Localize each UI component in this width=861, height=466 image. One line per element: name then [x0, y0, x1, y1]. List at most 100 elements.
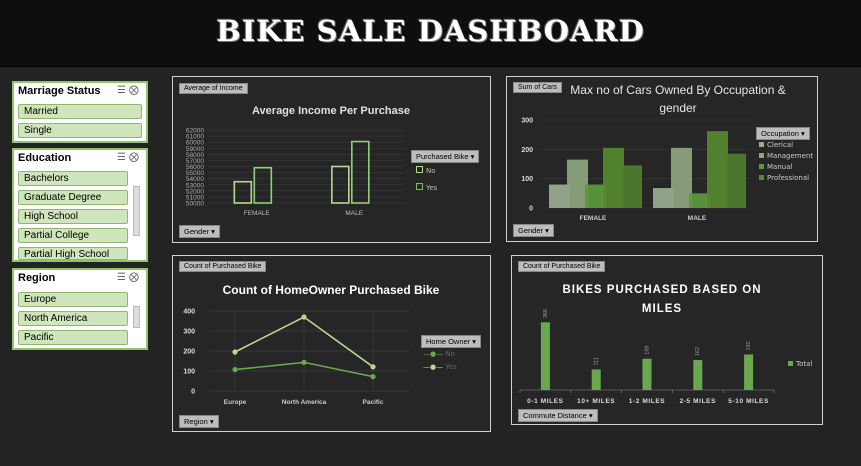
y-tick-label: 300 [521, 118, 533, 125]
data-label: 192 [746, 341, 752, 350]
y-tick-label: 0 [529, 206, 533, 213]
x-category-label: Pacific [363, 399, 384, 406]
axis-field-button-region[interactable]: Region [179, 415, 219, 428]
slicer-title: Region [18, 272, 56, 284]
bar-5-10-miles [744, 354, 754, 390]
multi-select-icon[interactable]: ☰ [117, 152, 129, 163]
x-category-label: North America [282, 399, 327, 406]
y-tick-label: 100 [521, 176, 533, 183]
miles-chart-svg: 366 111 169 162 192 0-1 MILES 10+ MILES 1-2 MI… [519, 309, 775, 405]
slicer-item-pacific[interactable]: Pacific [18, 330, 128, 345]
data-label: 366 [543, 309, 549, 318]
legend-swatch [759, 142, 764, 147]
legend-item-manual: Manual [759, 163, 813, 171]
slicer-title: Education [18, 152, 72, 164]
bar-management-male [671, 147, 692, 208]
slicer-scrollbar[interactable] [133, 306, 140, 328]
dashboard-title: BIKE SALE DASHBOARD [216, 14, 645, 48]
slicer-item-married[interactable]: Married [18, 104, 142, 119]
x-category-label: FEMALE [244, 210, 271, 217]
axis-field-button-gender[interactable]: Gender [513, 224, 554, 237]
y-tick-label: 200 [521, 147, 533, 154]
legend-swatch [759, 153, 764, 158]
chart-title: Average Income Per Purchase [252, 105, 410, 117]
x-category-label: 2-5 MILES [680, 398, 717, 405]
legend-swatch [759, 175, 764, 180]
slicer-item-north-america[interactable]: North America [18, 311, 128, 326]
bar-2-5-miles [693, 360, 703, 390]
legend-item-management: Management [759, 152, 813, 160]
panel-average-income: Average of Income Average Income Per Pur… [172, 76, 491, 243]
point-yes [370, 364, 376, 370]
point-no [370, 374, 376, 380]
y-tick-label: 200 [183, 349, 195, 356]
x-category-label: MALE [688, 215, 707, 222]
chart-title: Count of HomeOwner Purchased Bike [223, 283, 440, 297]
slicer-region: Region ☰⨂ Europe North America Pacific [12, 268, 148, 350]
x-category-label: MALE [345, 210, 363, 217]
legend-item-professional: Professional [759, 174, 813, 182]
bar-management-female [567, 159, 588, 208]
slicer-item-high-school[interactable]: High School [18, 209, 128, 224]
legend-field-button-purchased-bike[interactable]: Purchased Bike [411, 150, 480, 163]
y-tick-label: 100 [183, 369, 195, 376]
legend-label: Manual [767, 163, 793, 171]
y-tick-label: 300 [183, 329, 195, 336]
panel-commute-miles: Count of Purchased Bike BIKES PURCHASED … [511, 255, 823, 425]
slicer-item-bachelors[interactable]: Bachelors [18, 171, 128, 186]
point-yes [301, 314, 307, 320]
title-bar: BIKE SALE DASHBOARD [0, 0, 861, 67]
bar-1-2-miles [642, 358, 652, 390]
data-label: 162 [695, 347, 701, 356]
bar-clerical-male [653, 188, 674, 208]
axis-field-button-gender[interactable]: Gender [179, 225, 220, 238]
bar-yes-female [253, 166, 273, 204]
point-no [232, 367, 238, 373]
bar-professional-male [707, 131, 728, 208]
panel-homeowner: Count of Purchased Bike Count of HomeOwn… [172, 255, 491, 432]
legend-label: Management [767, 152, 814, 160]
slicer-item-partial-college[interactable]: Partial College [18, 228, 128, 243]
y-tick-label: 400 [183, 309, 195, 316]
panel-cars-owned: Sum of Cars Max no of Cars Owned By Occu… [506, 76, 818, 242]
bar-skilled-manual-female [621, 165, 642, 208]
slicer-title: Marriage Status [18, 85, 101, 97]
bar-yes-male [351, 140, 370, 204]
clear-filter-icon[interactable]: ⨂ [129, 152, 142, 163]
clear-filter-icon[interactable]: ⨂ [129, 85, 142, 96]
x-category-label: 0-1 MILES [527, 398, 564, 405]
slicer-scrollbar[interactable] [133, 186, 140, 236]
bar-skilled-manual-male [725, 153, 746, 208]
legend-label: Professional [767, 174, 810, 182]
point-yes [232, 349, 238, 355]
legend-item-no: No [416, 166, 437, 175]
slicer-item-single[interactable]: Single [18, 123, 142, 138]
legend-item-clerical: Clerical [759, 141, 813, 149]
legend-item-total: Total [788, 360, 812, 368]
legend-label: Clerical [767, 141, 794, 149]
legend-item-yes: Yes [416, 183, 437, 192]
legend-item-no: —●— No [423, 350, 455, 358]
bar-professional-female [603, 147, 624, 208]
x-category-label: 1-2 MILES [629, 398, 666, 405]
y-tick-label: 0 [191, 389, 195, 396]
point-no [301, 359, 307, 365]
slicer-item-partial-high-school[interactable]: Partial High School [18, 247, 128, 260]
slicer-item-europe[interactable]: Europe [18, 292, 128, 307]
legend-field-button-occupation[interactable]: Occupation [756, 127, 810, 140]
bar-manual-female [585, 184, 606, 208]
data-label: 169 [644, 346, 650, 355]
legend-field-button-home-owner[interactable]: Home Owner [421, 335, 482, 348]
data-label: 111 [594, 357, 600, 365]
bar-10-miles [591, 369, 601, 390]
clear-filter-icon[interactable]: ⨂ [129, 272, 142, 283]
multi-select-icon[interactable]: ☰ [117, 85, 129, 96]
bar-0-1-miles [540, 322, 550, 390]
x-category-label: FEMALE [580, 215, 607, 222]
slicer-item-graduate-degree[interactable]: Graduate Degree [18, 190, 128, 205]
y-tick-label: 50000 [186, 201, 204, 208]
bar-clerical-female [549, 184, 570, 208]
multi-select-icon[interactable]: ☰ [117, 272, 129, 283]
x-category-label: 5-10 MILES [728, 398, 769, 405]
axis-field-button-commute-distance[interactable]: Commute Distance [518, 409, 598, 422]
